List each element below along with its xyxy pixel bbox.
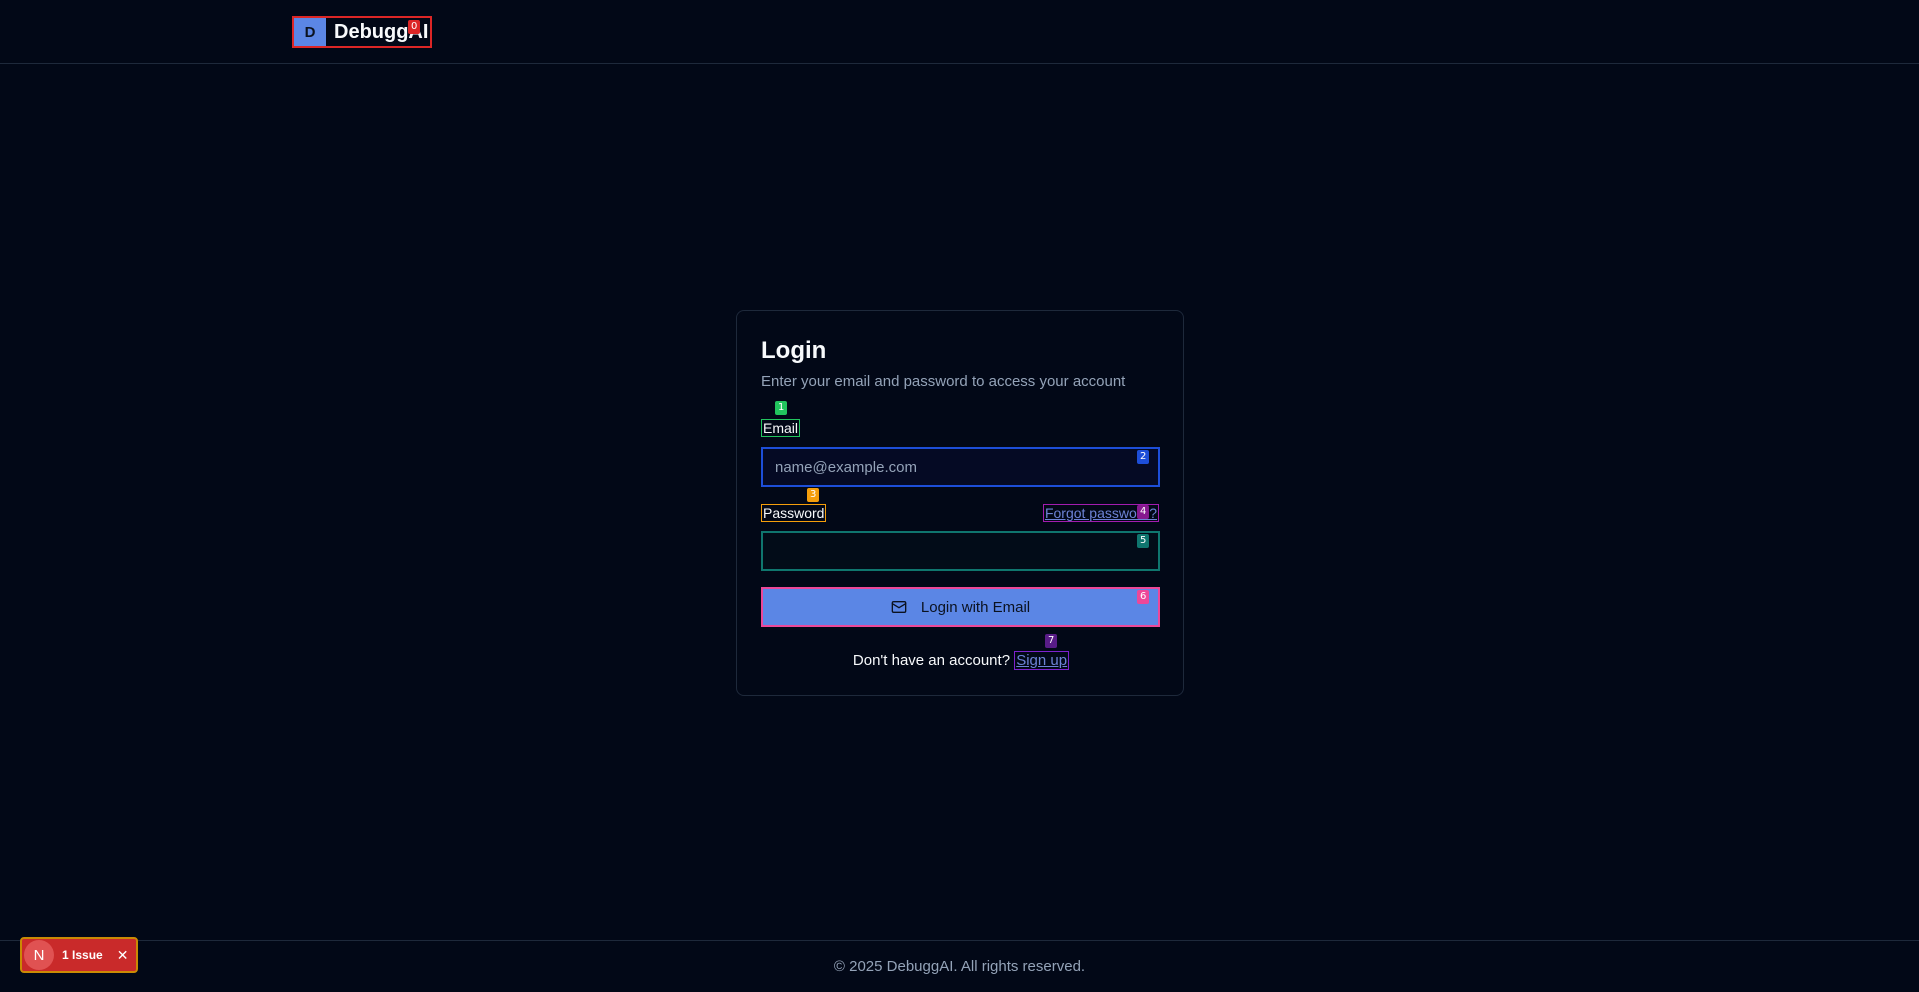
overlay-tag: 6 <box>1137 590 1150 604</box>
overlay-tag: 2 <box>1137 450 1150 464</box>
login-card: Login Enter your email and password to a… <box>736 310 1184 696</box>
password-label[interactable]: Password <box>761 504 827 522</box>
overlay-tag: 4 <box>1137 505 1150 519</box>
top-header: D DebuggAI 0 <box>0 0 1919 64</box>
login-with-email-button[interactable]: Login with Email <box>761 587 1160 627</box>
brand-logo: D <box>294 18 326 46</box>
footer-copyright: © 2025 DebuggAI. All rights reserved. <box>833 958 1086 975</box>
login-subtitle: Enter your email and password to access … <box>761 373 1126 390</box>
issue-count: 1 Issue <box>62 948 103 962</box>
nextjs-logo-icon: N <box>24 940 54 970</box>
overlay-tag: 5 <box>1137 534 1150 548</box>
signup-link[interactable]: Sign up <box>1014 651 1070 670</box>
overlay-tag: 7 <box>1045 634 1058 648</box>
login-button-label: Login with Email <box>920 598 1031 616</box>
email-label[interactable]: Email <box>761 419 801 437</box>
overlay-tag: 1 <box>775 401 788 415</box>
dev-issues-indicator[interactable]: N 1 Issue ✕ <box>20 937 138 973</box>
mail-icon <box>891 601 907 613</box>
signup-prompt: Don't have an account? <box>852 652 1011 669</box>
email-placeholder: name@example.com <box>775 458 917 476</box>
overlay-tag: 3 <box>807 488 820 502</box>
email-field[interactable]: name@example.com <box>761 447 1160 487</box>
password-field[interactable] <box>761 531 1160 571</box>
signup-line: Don't have an account? Sign up <box>737 651 1185 670</box>
close-icon[interactable]: ✕ <box>117 947 129 964</box>
overlay-tag: 0 <box>408 20 421 34</box>
page-footer: © 2025 DebuggAI. All rights reserved. <box>0 940 1919 992</box>
login-title: Login <box>761 337 827 364</box>
